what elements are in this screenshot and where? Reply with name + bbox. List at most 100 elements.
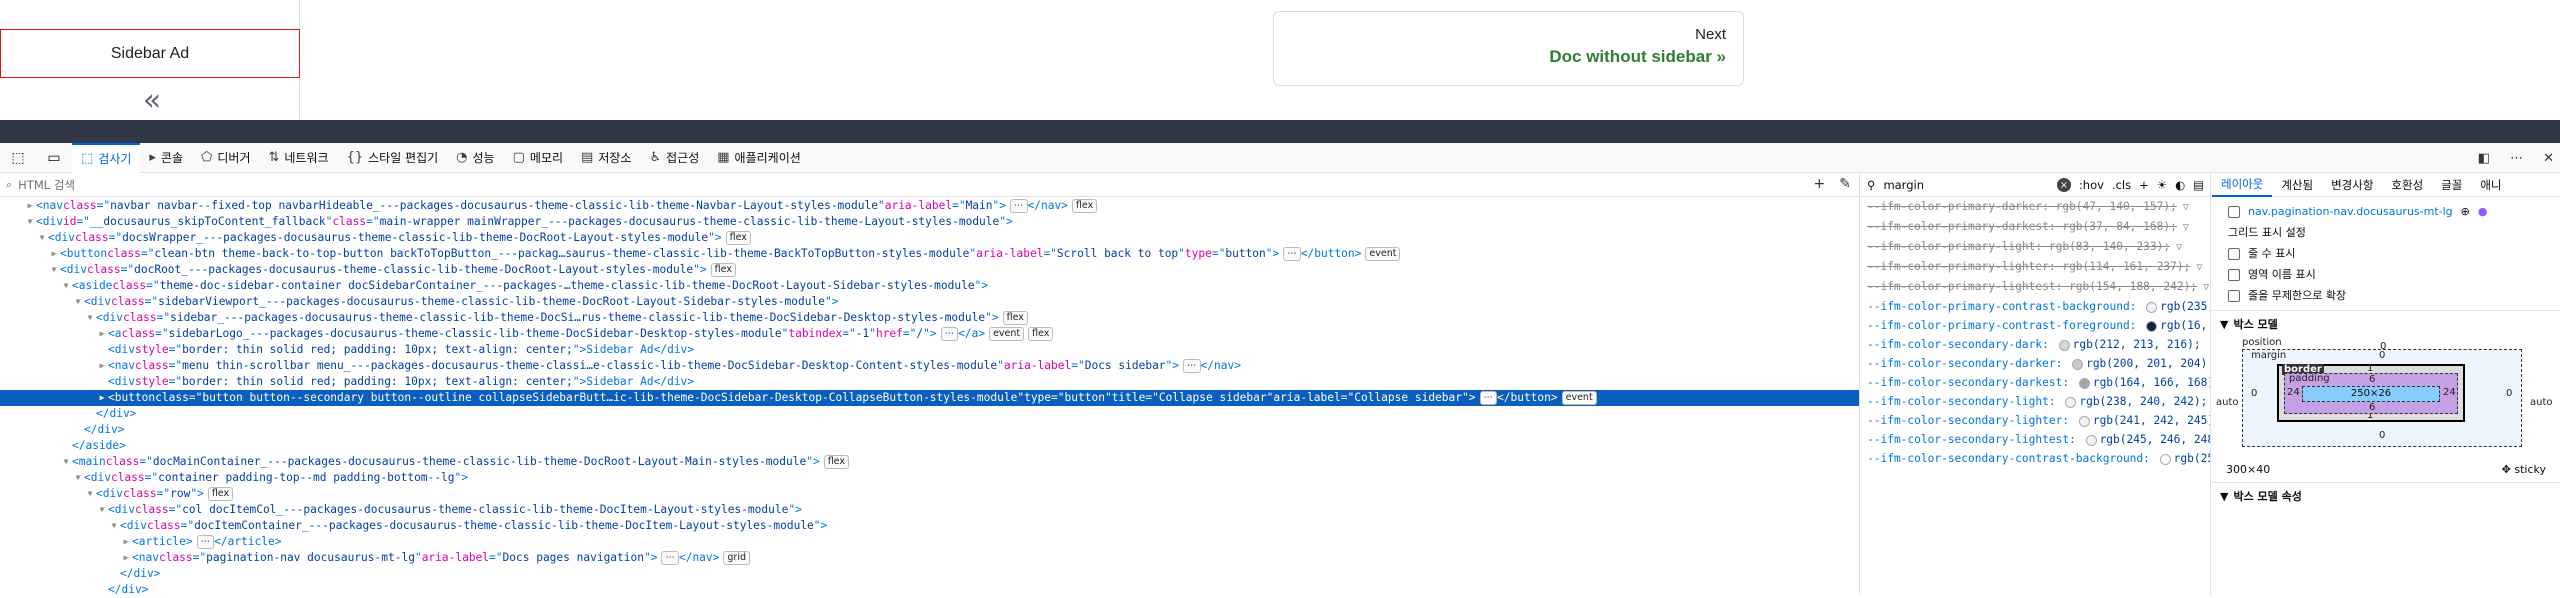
- css-declaration[interactable]: --ifm-color-secondary-lighter: rgb(241, …: [1861, 411, 2210, 430]
- node-badge[interactable]: ⋯: [1283, 247, 1301, 261]
- node-badge[interactable]: ⋯: [940, 327, 959, 341]
- property-value[interactable]: rgb(241, 242, 245);: [2093, 414, 2210, 427]
- sidebar-tab[interactable]: 글꼴: [2432, 174, 2471, 197]
- expanded-twisty-icon[interactable]: ▼: [24, 214, 36, 230]
- hover-toggle[interactable]: :hov: [2079, 178, 2104, 192]
- rules-filter-input[interactable]: margin: [1883, 178, 2049, 192]
- css-declaration[interactable]: --ifm-color-secondary-contrast-backgroun…: [1861, 449, 2210, 468]
- node-badge[interactable]: flex: [823, 455, 849, 469]
- expanded-twisty-icon[interactable]: ▼: [36, 230, 48, 246]
- tab-style-editor[interactable]: {} 스타일 편집기: [338, 143, 448, 173]
- markup-node[interactable]: </div>: [0, 566, 1859, 582]
- css-declaration[interactable]: --ifm-color-secondary-lightest: rgb(245,…: [1861, 430, 2210, 449]
- sidebar-tab[interactable]: 애니: [2471, 174, 2510, 197]
- tab-application[interactable]: ▦ 애플리케이션: [708, 143, 810, 173]
- css-declaration[interactable]: --ifm-color-secondary-darker: rgb(200, 2…: [1861, 354, 2210, 373]
- tab-console[interactable]: ▸ 콘솔: [140, 143, 192, 173]
- markup-node[interactable]: ▶ <nav class =" pagination-nav docusaurus-m…: [0, 550, 1859, 566]
- node-badge[interactable]: flex: [1002, 311, 1028, 325]
- markup-node[interactable]: </div>: [0, 422, 1859, 438]
- property-name[interactable]: --ifm-color-secondary-contrast-backgroun…: [1867, 452, 2150, 465]
- markup-node[interactable]: ▼ <div class =" row "> flex: [0, 486, 1859, 502]
- markup-node[interactable]: ▶ <button class =" button button--secondary…: [0, 390, 1859, 406]
- color-swatch-icon[interactable]: [2065, 396, 2077, 408]
- node-badge[interactable]: flex: [1028, 327, 1054, 341]
- filter-funnel-icon[interactable]: ▽: [2170, 242, 2182, 253]
- property-value[interactable]: rgb(253, 253, 254);: [2174, 452, 2210, 465]
- expanded-twisty-icon[interactable]: ▼: [48, 262, 60, 278]
- markup-node[interactable]: ▶ <button class =" clean-btn theme-back-to-…: [0, 246, 1859, 262]
- markup-node[interactable]: ▼ <main class =" docMainContainer_---packag…: [0, 454, 1859, 470]
- css-declaration[interactable]: --ifm-color-primary-lighter: rgb(114, 16…: [1861, 257, 2210, 277]
- dark-mode-icon[interactable]: ◐: [2175, 178, 2185, 192]
- node-badge[interactable]: flex: [725, 231, 751, 245]
- markup-node[interactable]: ▼ <div class =" sidebarViewport_---packages…: [0, 294, 1859, 310]
- expanded-twisty-icon[interactable]: ▼: [60, 278, 72, 294]
- markup-node[interactable]: ▼ <div class =" sidebar_---packages-docusau…: [0, 310, 1859, 326]
- sidebar-tab[interactable]: 레이아웃: [2212, 174, 2273, 197]
- color-swatch-icon[interactable]: [2146, 301, 2158, 313]
- node-badge[interactable]: ⋯: [196, 535, 215, 549]
- box-model-header[interactable]: ▼ 박스 모델: [2212, 310, 2560, 337]
- expanded-twisty-icon[interactable]: ▼: [96, 502, 108, 518]
- property-name[interactable]: --ifm-color-secondary-lightest:: [1867, 433, 2076, 446]
- collapse-sidebar-button[interactable]: «: [0, 83, 300, 118]
- add-rule-icon[interactable]: +: [2139, 178, 2149, 192]
- css-declaration[interactable]: --ifm-color-primary-darkest: rgb(37, 84,…: [1861, 217, 2210, 237]
- pagination-next-link[interactable]: Next Doc without sidebar »: [1273, 11, 1744, 86]
- expanded-twisty-icon[interactable]: ▼: [84, 486, 96, 502]
- box-props-header[interactable]: ▼ 박스 모델 속성: [2212, 482, 2560, 509]
- node-badge[interactable]: ⋯: [661, 551, 679, 565]
- sidebar-tab[interactable]: 변경사항: [2322, 174, 2382, 197]
- markup-node[interactable]: </div>: [0, 582, 1859, 598]
- expanded-twisty-icon[interactable]: ▼: [72, 470, 84, 486]
- sidebar-tab[interactable]: 계산됨: [2272, 174, 2322, 197]
- color-dot-icon[interactable]: ●: [2478, 201, 2488, 222]
- print-icon[interactable]: ▤: [2193, 178, 2204, 192]
- sidebar-tab[interactable]: 호환성: [2382, 174, 2432, 197]
- node-checkbox[interactable]: [2228, 205, 2240, 218]
- grid-option-checkbox[interactable]: [2228, 289, 2240, 302]
- css-declaration[interactable]: --ifm-color-primary-contrast-foreground:…: [1861, 316, 2210, 335]
- responsive-mode-icon[interactable]: ▭: [36, 143, 72, 173]
- color-swatch-icon[interactable]: [2078, 377, 2090, 389]
- property-name[interactable]: --ifm-color-secondary-lighter:: [1867, 414, 2069, 427]
- color-swatch-icon[interactable]: [2072, 358, 2084, 370]
- collapsed-twisty-icon[interactable]: ▶: [120, 534, 132, 550]
- markup-node[interactable]: </aside>: [0, 438, 1859, 454]
- color-swatch-icon[interactable]: [2058, 339, 2070, 351]
- property-value[interactable]: rgb(164, 166, 168);: [2093, 376, 2210, 389]
- property-value[interactable]: rgb(238, 240, 242);: [2079, 395, 2207, 408]
- css-declaration[interactable]: --ifm-color-primary-darker: rgb(47, 140,…: [1861, 197, 2210, 217]
- expanded-twisty-icon[interactable]: ▼: [108, 518, 120, 534]
- markup-node[interactable]: ▼ <aside class =" theme-doc-sidebar-contain…: [0, 278, 1859, 294]
- markup-node[interactable]: ▶ <a class =" sidebarLogo_---packages-docus…: [0, 326, 1859, 342]
- grid-option[interactable]: 영역 이름 표시: [2228, 264, 2544, 285]
- grid-option[interactable]: 줄 수 표시: [2228, 243, 2544, 264]
- markup-node[interactable]: <div style =" border: thin solid red; padd…: [0, 374, 1859, 390]
- more-options-icon[interactable]: ⋯: [2510, 151, 2523, 166]
- node-row[interactable]: nav.pagination-nav.docusaurus-mt-lg ⊕ ●: [2228, 201, 2544, 222]
- css-declaration[interactable]: --ifm-color-secondary-light: rgb(238, 24…: [1861, 392, 2210, 411]
- grid-option-checkbox[interactable]: [2228, 268, 2240, 281]
- property-value[interactable]: rgb(235, 242, 252);: [2160, 300, 2210, 313]
- markup-node[interactable]: ▼ <div class =" docItemContainer_---package…: [0, 518, 1859, 534]
- property-value[interactable]: rgb(200, 201, 204);: [2086, 357, 2210, 370]
- markup-node[interactable]: ▶ <article> ⋯ </article>: [0, 534, 1859, 550]
- css-declaration[interactable]: --ifm-color-primary-light: rgb(83, 140, …: [1861, 237, 2210, 257]
- html-search-input[interactable]: HTML 검색: [18, 177, 75, 193]
- node-badge[interactable]: ⋯: [1479, 391, 1497, 405]
- css-declaration[interactable]: --ifm-color-primary-lightest: rgb(154, 1…: [1861, 277, 2210, 297]
- close-icon[interactable]: ✕: [2543, 151, 2554, 166]
- node-badge[interactable]: grid: [723, 551, 750, 565]
- collapsed-twisty-icon[interactable]: ▶: [120, 550, 132, 566]
- eyedropper-icon[interactable]: ✎: [1839, 176, 1851, 192]
- property-name[interactable]: --ifm-color-secondary-darker:: [1867, 357, 2062, 370]
- grid-option-checkbox[interactable]: [2228, 247, 2240, 260]
- markup-node[interactable]: ▼ <div class =" col docItemCol_---packages-…: [0, 502, 1859, 518]
- css-declaration[interactable]: --ifm-color-primary-contrast-background:…: [1861, 297, 2210, 316]
- filter-funnel-icon[interactable]: ▽: [2197, 282, 2209, 293]
- color-swatch-icon[interactable]: [2146, 320, 2158, 332]
- collapsed-twisty-icon[interactable]: ▶: [96, 326, 108, 342]
- dock-icon[interactable]: ◧: [2478, 151, 2490, 166]
